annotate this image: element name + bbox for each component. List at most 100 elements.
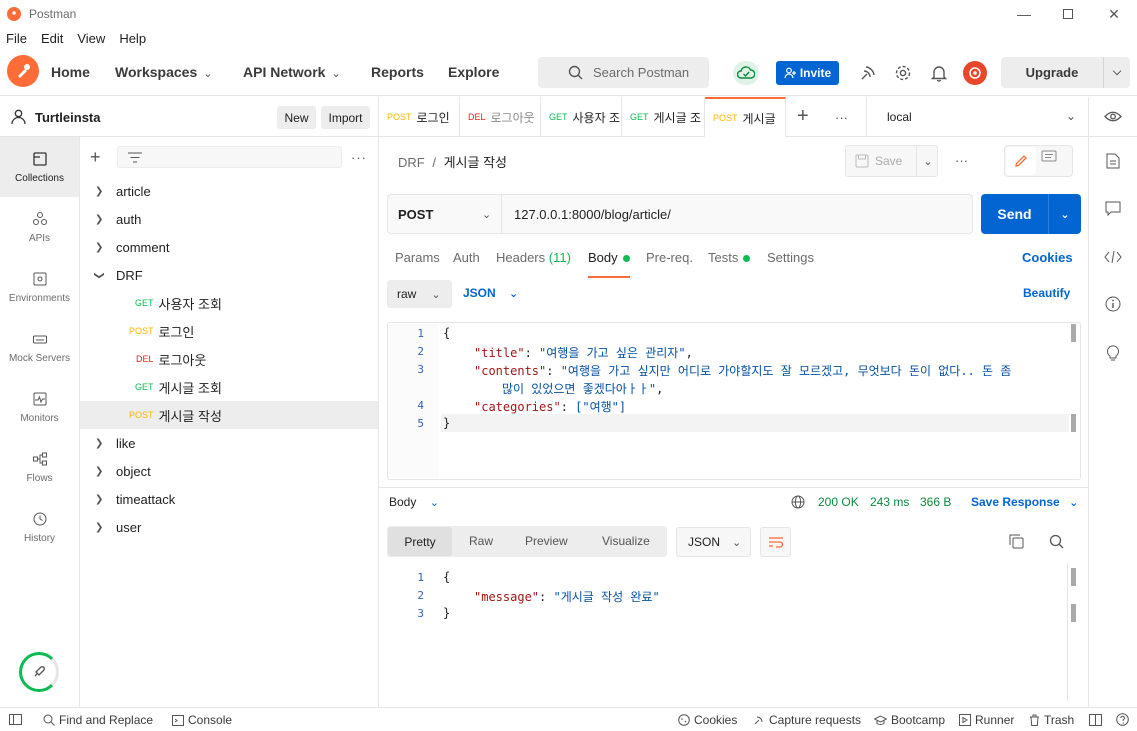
two-pane-view-icon[interactable] <box>1089 714 1102 726</box>
new-tab-icon[interactable]: + <box>797 105 809 128</box>
postman-logo-icon[interactable] <box>7 55 39 87</box>
more-options-icon[interactable]: ··· <box>955 153 968 168</box>
user-avatar[interactable] <box>963 61 987 85</box>
save-button[interactable]: Save ⌄ <box>845 145 938 177</box>
tree-folder-comment[interactable]: ❯ comment <box>80 233 378 261</box>
tree-request-create-article[interactable]: POST 게시글 작성 <box>80 401 378 429</box>
wrap-lines-button[interactable] <box>760 527 791 557</box>
workspace-name[interactable]: Turtleinsta <box>35 110 101 125</box>
tab-pretty[interactable]: Pretty <box>388 527 452 556</box>
tab-tests[interactable]: Tests <box>708 250 751 265</box>
body-format-select[interactable]: JSON ⌄ <box>463 286 518 300</box>
import-button[interactable]: Import <box>321 106 370 129</box>
environment-quick-look-eye-icon[interactable] <box>1104 110 1122 123</box>
response-status[interactable]: 200 OK <box>818 495 859 509</box>
copy-icon[interactable] <box>1009 534 1024 549</box>
settings-gear-icon[interactable] <box>893 63 913 83</box>
tree-request-get-user[interactable]: GET 사용자 조회 <box>80 289 378 317</box>
help-icon[interactable] <box>1116 713 1129 726</box>
response-format-select[interactable]: JSON ⌄ <box>676 527 751 557</box>
chevron-down-icon[interactable]: ⌄ <box>1049 208 1081 221</box>
find-replace-button[interactable]: Find and Replace <box>43 713 153 727</box>
toggle-sidebar-icon[interactable] <box>9 714 22 725</box>
trash-button[interactable]: Trash <box>1029 713 1074 727</box>
tab-prereq[interactable]: Pre-req. <box>646 250 693 265</box>
breadcrumb-request[interactable]: 게시글 작성 <box>444 155 507 170</box>
tree-folder-timeattack[interactable]: ❯ timeattack <box>80 485 378 513</box>
nav-reports[interactable]: Reports <box>371 64 424 80</box>
satellite-icon[interactable] <box>858 63 878 83</box>
tab-logout[interactable]: DEL 로그아웃 <box>460 97 541 137</box>
tab-get-article[interactable]: GET 게시글 조 <box>622 97 705 137</box>
runner-button[interactable]: Runner <box>959 713 1014 727</box>
breadcrumb-collection[interactable]: DRF <box>398 155 425 170</box>
globe-icon[interactable] <box>791 495 805 509</box>
beautify-button[interactable]: Beautify <box>1023 286 1070 300</box>
response-size[interactable]: 366 B <box>920 495 951 509</box>
tab-create-article[interactable]: POST 게시글 <box>705 97 786 137</box>
scrollbar-thumb[interactable] <box>1071 604 1076 622</box>
info-icon[interactable] <box>1103 294 1123 314</box>
chevron-down-icon[interactable]: ⌵ <box>1104 66 1130 79</box>
environment-selector[interactable]: local <box>887 110 912 124</box>
console-button[interactable]: Console <box>172 713 232 727</box>
leftnav-history[interactable]: History <box>0 497 79 557</box>
documentation-icon[interactable] <box>1103 151 1123 171</box>
tree-folder-article[interactable]: ❯ article <box>80 177 378 205</box>
cloud-sync-icon[interactable] <box>733 61 759 85</box>
bootcamp-button[interactable]: Bootcamp <box>874 713 945 727</box>
more-options-icon[interactable]: ··· <box>351 150 367 165</box>
save-response-button[interactable]: Save Response ⌄ <box>971 495 1078 509</box>
response-body-select[interactable]: Body ⌄ <box>389 495 439 509</box>
tab-login[interactable]: POST 로그인 <box>379 97 460 137</box>
tree-folder-auth[interactable]: ❯ auth <box>80 205 378 233</box>
nav-workspaces[interactable]: Workspaces ⌄ <box>115 64 212 80</box>
menu-help[interactable]: Help <box>119 31 146 46</box>
tree-folder-like[interactable]: ❯ like <box>80 429 378 457</box>
search-icon[interactable] <box>1049 534 1064 549</box>
leftnav-environments[interactable]: Environments <box>0 257 79 317</box>
tab-visualize[interactable]: Visualize <box>602 534 650 548</box>
capture-requests-button[interactable]: Capture requests <box>753 713 861 727</box>
leftnav-collections[interactable]: Collections <box>0 137 79 197</box>
leftnav-apis[interactable]: APIs <box>0 197 79 257</box>
tab-body[interactable]: Body <box>588 250 630 265</box>
maximize-icon[interactable] <box>1058 4 1078 24</box>
tab-preview[interactable]: Preview <box>525 534 568 548</box>
scrollbar-thumb[interactable] <box>1071 568 1076 586</box>
leftnav-monitors[interactable]: Monitors <box>0 377 79 437</box>
send-button[interactable]: Send ⌄ <box>981 194 1081 234</box>
response-time[interactable]: 243 ms <box>870 495 909 509</box>
filter-input[interactable] <box>117 146 342 168</box>
nav-explore[interactable]: Explore <box>448 64 499 80</box>
tree-folder-user[interactable]: ❯ user <box>80 513 378 541</box>
cookies-link[interactable]: Cookies <box>1022 250 1073 265</box>
scrollbar-thumb[interactable] <box>1071 414 1076 432</box>
nav-home[interactable]: Home <box>51 64 90 80</box>
lightbulb-icon[interactable] <box>1103 342 1123 362</box>
menu-edit[interactable]: Edit <box>41 31 63 46</box>
url-input[interactable]: 127.0.0.1:8000/blog/article/ <box>502 207 671 222</box>
tab-params[interactable]: Params <box>395 250 440 265</box>
more-tabs-icon[interactable]: ··· <box>835 110 848 125</box>
nav-api-network[interactable]: API Network ⌄ <box>243 64 341 80</box>
edit-pencil-icon[interactable] <box>1006 147 1036 175</box>
search-input[interactable]: Search Postman <box>538 57 709 88</box>
comments-icon[interactable] <box>1041 150 1057 167</box>
menu-file[interactable]: File <box>6 31 27 46</box>
tree-folder-object[interactable]: ❯ object <box>80 457 378 485</box>
new-button[interactable]: New <box>277 106 316 129</box>
comments-icon[interactable] <box>1103 198 1123 218</box>
leftnav-flows[interactable]: Flows <box>0 437 79 497</box>
tab-settings[interactable]: Settings <box>767 250 814 265</box>
invite-button[interactable]: Invite <box>776 61 839 85</box>
chevron-down-icon[interactable]: ⌄ <box>923 155 932 168</box>
code-snippet-icon[interactable] <box>1103 247 1123 267</box>
tab-raw[interactable]: Raw <box>469 534 493 548</box>
leftnav-mock-servers[interactable]: Mock Servers <box>0 317 79 377</box>
menu-view[interactable]: View <box>77 31 105 46</box>
notifications-bell-icon[interactable] <box>929 63 949 83</box>
tab-auth[interactable]: Auth <box>453 250 480 265</box>
tree-folder-drf[interactable]: ❯ DRF <box>80 261 378 289</box>
upgrade-button[interactable]: Upgrade ⌵ <box>1001 57 1130 88</box>
